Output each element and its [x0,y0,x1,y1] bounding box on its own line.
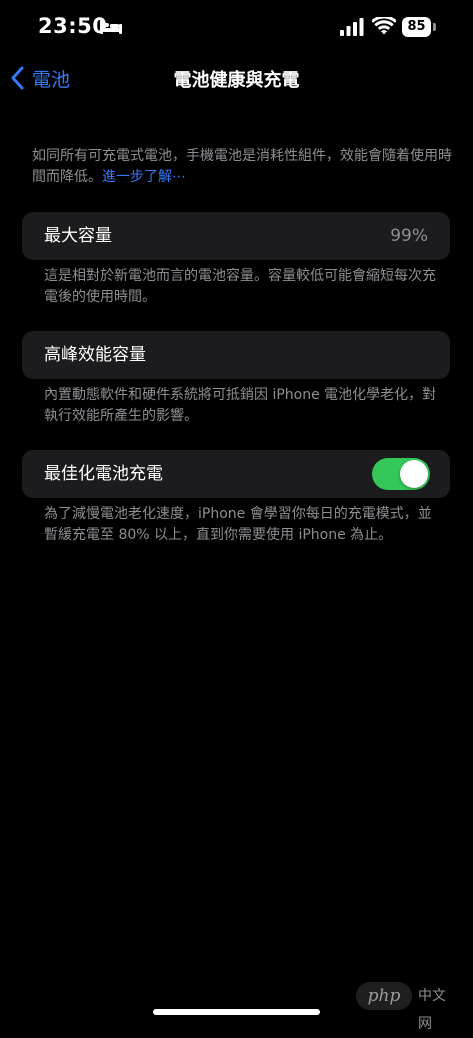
back-label: 電池 [32,68,71,91]
chevron-left-icon [11,66,24,90]
optimized-charging-label: 最佳化電池充電 [44,464,163,484]
learn-more-link[interactable]: 進一步了解⋯ [102,169,186,185]
intro-text: 如同所有可充電式電池，手機電池是消耗性組件，效能會隨着使用時間而降低。進一步了解… [32,146,452,188]
bed-icon [100,20,122,34]
peak-performance-label: 高峰效能容量 [44,345,146,365]
max-capacity-value: 99% [390,226,428,246]
optimized-charging-toggle[interactable] [372,458,430,490]
status-time: 23:50 [38,14,108,38]
home-indicator[interactable] [153,1009,320,1015]
intro-description: 如同所有可充電式電池，手機電池是消耗性組件，效能會隨着使用時間而降低。 [32,148,452,185]
watermark-text: 中文网 [418,988,446,1032]
nav-bar: 電池健康與充電 電池 [0,56,473,100]
max-capacity-cell: 最大容量 99% [22,212,450,260]
status-bar: 23:50 85 [0,0,473,56]
wifi-icon [372,17,396,35]
optimized-charging-footer: 為了減慢電池老化速度，iPhone 會學習你每日的充電模式，並暫緩充電至 80%… [44,506,432,543]
watermark: php 中文网 [356,982,456,1032]
max-capacity-label: 最大容量 [44,226,112,246]
page-title: 電池健康與充電 [173,70,300,91]
php-logo: php [356,982,412,1010]
battery-icon: 85 [402,17,436,37]
back-button[interactable]: 電池 [10,62,70,94]
toggle-knob [400,460,428,488]
battery-level: 85 [402,17,431,37]
peak-performance-footer: 內置動態軟件和硬件系統將可抵銷因 iPhone 電池化學老化，對執行效能所產生的… [44,387,437,424]
battery-tip [433,23,436,31]
peak-performance-cell: 高峰效能容量 [22,331,450,379]
optimized-charging-cell: 最佳化電池充電 [22,450,450,498]
signal-icon [340,18,364,36]
max-capacity-footer: 這是相對於新電池而言的電池容量。容量較低可能會縮短每次充電後的使用時間。 [44,268,436,305]
